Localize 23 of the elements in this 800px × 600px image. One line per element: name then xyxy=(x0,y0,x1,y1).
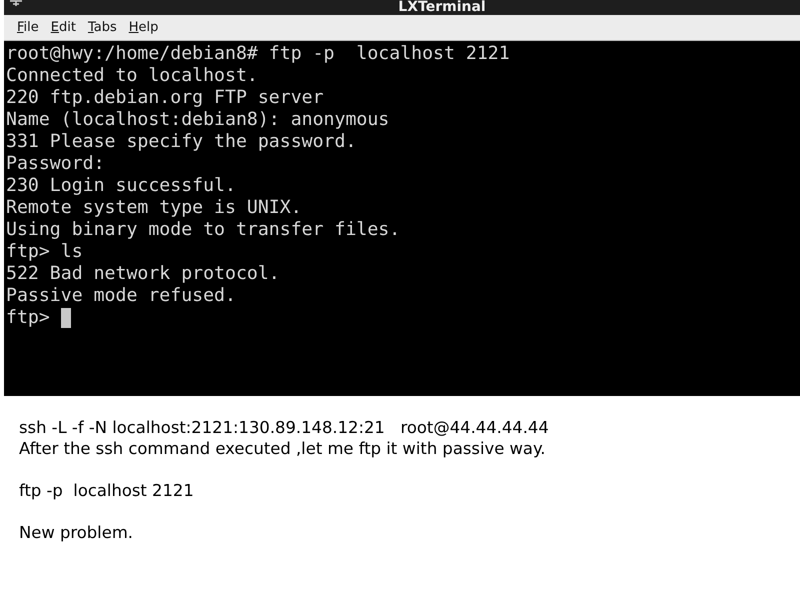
menu-item[interactable]: Help xyxy=(124,20,166,35)
terminal-line: 522 Bad network protocol. xyxy=(6,263,281,285)
terminal-line: root@hwy:/home/debian8# ftp -p localhost 2121 xyxy=(6,43,511,65)
terminal-line: Remote system type is UNIX. xyxy=(6,197,303,219)
terminal-line: Name (localhost:debian8): anonymous xyxy=(6,109,390,131)
terminal-line: Passive mode refused. xyxy=(6,285,237,307)
terminal-line: 220 ftp.debian.org FTP server xyxy=(6,87,325,109)
terminal-line: Password: xyxy=(6,153,106,175)
terminal-line: 331 Please specify the password. xyxy=(6,131,358,153)
terminal-line: Connected to localhost. xyxy=(6,65,259,87)
terminal-line: ftp> ls xyxy=(6,241,84,263)
menu-item[interactable]: Edit xyxy=(46,20,83,35)
note-line: New problem. xyxy=(19,523,133,542)
terminal-line: 230 Login successful. xyxy=(6,175,237,197)
menu-item[interactable]: File xyxy=(12,20,46,35)
note-line: ftp -p localhost 2121 xyxy=(19,481,194,500)
window-title: LXTerminal xyxy=(398,0,486,15)
window-menu-icon[interactable] xyxy=(10,0,22,6)
terminal-line: Using binary mode to transfer files. xyxy=(6,219,402,241)
note-line: ssh -L -f -N localhost:2121:130.89.148.12:21 root@44.44.44.44 xyxy=(19,418,549,437)
note-line: After the ssh command executed ,let me ftp it with passive way. xyxy=(19,439,546,458)
terminal-prompt: ftp> xyxy=(6,307,50,329)
menu-item[interactable]: Tabs xyxy=(82,20,124,35)
